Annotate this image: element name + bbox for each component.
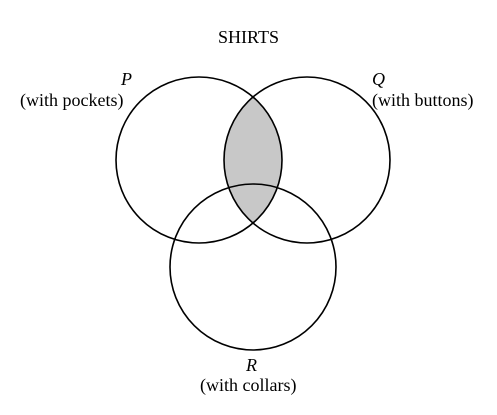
set-q-description: (with buttons) bbox=[372, 90, 474, 110]
set-r-description: (with collars) bbox=[200, 375, 297, 395]
venn-diagram: SHIRTS P (with pockets) Q (with buttons)… bbox=[0, 0, 497, 415]
shaded-region-p-and-q bbox=[224, 77, 282, 243]
set-p-description: (with pockets) bbox=[20, 90, 124, 110]
set-r-label: R bbox=[246, 355, 257, 375]
diagram-title: SHIRTS bbox=[218, 27, 279, 47]
set-q-label: Q bbox=[372, 69, 385, 89]
venn-svg bbox=[115, 76, 391, 351]
set-p-label: P bbox=[121, 69, 132, 89]
